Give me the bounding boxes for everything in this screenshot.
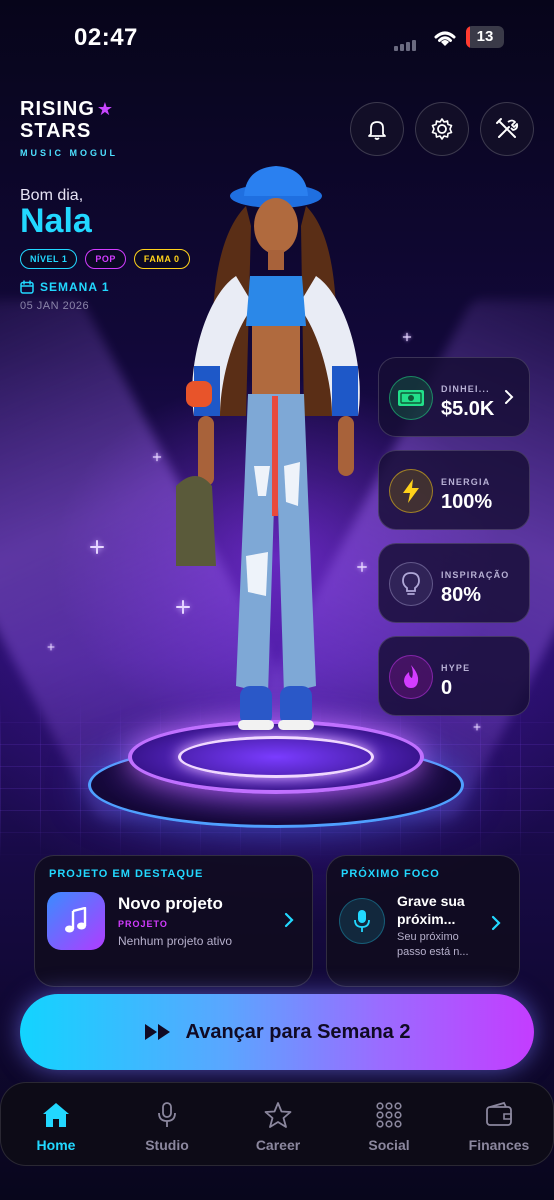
- grid-dots-icon: [376, 1102, 402, 1128]
- bell-icon: [368, 121, 386, 140]
- featured-project-card[interactable]: PROJETO EM DESTAQUE Novo projeto PROJETO…: [34, 855, 313, 987]
- stat-value: $5.0K: [441, 398, 495, 420]
- inspiration-stat-card: INSPIRAÇÃO 80%: [378, 543, 530, 623]
- stat-value: 100%: [441, 491, 493, 513]
- project-description: Nenhum projeto ativo: [118, 934, 233, 948]
- level-badge: NÍVEL 1: [20, 249, 78, 269]
- microphone-icon: [158, 1102, 176, 1127]
- fast-forward-icon: [144, 1024, 170, 1040]
- focus-title: Grave sua próxim...: [397, 892, 465, 928]
- microphone-icon: [339, 898, 385, 944]
- fame-badge: FAMA 0: [133, 249, 190, 269]
- music-note-icon: [47, 892, 105, 950]
- sparkle-icon: [48, 644, 55, 651]
- focus-description: Seu próximo passo está n...: [397, 930, 469, 960]
- tab-studio[interactable]: Studio: [122, 1101, 212, 1153]
- home-icon: [43, 1103, 69, 1127]
- cash-icon: [389, 376, 433, 420]
- money-stat-card[interactable]: DINHEI... $5.0K: [378, 357, 530, 437]
- focus-description-line-1: Seu próximo: [397, 931, 459, 943]
- tab-label: Finances: [468, 1137, 530, 1153]
- status-bar: 02:47 13: [0, 0, 554, 74]
- tab-finances[interactable]: Finances: [454, 1101, 544, 1153]
- card-title: PRÓXIMO FOCO: [341, 868, 440, 880]
- stat-label: HYPE: [441, 663, 471, 673]
- gear-icon: [431, 118, 453, 140]
- character-avatar[interactable]: [176, 166, 376, 766]
- sparkle-icon: [90, 540, 104, 554]
- chevron-right-icon: [284, 912, 294, 928]
- settings-button[interactable]: [415, 102, 469, 156]
- focus-description-line-2: passo está n...: [397, 946, 469, 958]
- week-indicator: SEMANA 1: [20, 280, 110, 294]
- current-date: 05 JAN 2026: [20, 300, 90, 312]
- focus-title-line-1: Grave sua: [397, 893, 465, 909]
- tools-icon: [496, 118, 519, 138]
- status-time: 02:47: [74, 24, 138, 51]
- app-logo: RISING ★ STARS MUSIC MOGUL: [20, 98, 118, 158]
- lightbulb-icon: [389, 562, 433, 606]
- star-icon: [264, 1102, 292, 1128]
- player-badges: NÍVEL 1 POP FAMA 0: [20, 249, 190, 269]
- stat-label: DINHEI...: [441, 384, 490, 394]
- focus-title-line-2: próxim...: [397, 911, 456, 927]
- stat-value: 80%: [441, 584, 482, 606]
- project-name: Novo projeto: [118, 894, 223, 913]
- sparkle-icon: [474, 724, 481, 731]
- stat-label: ENERGIA: [441, 477, 491, 487]
- next-focus-card[interactable]: PRÓXIMO FOCO Grave sua próxim... Seu pró…: [326, 855, 520, 987]
- battery-indicator: 13: [466, 26, 504, 48]
- tab-home[interactable]: Home: [11, 1101, 101, 1153]
- tab-label: Social: [368, 1137, 410, 1153]
- tab-label: Career: [255, 1137, 301, 1153]
- project-tag: PROJETO: [118, 919, 168, 929]
- logo-subtitle: MUSIC MOGUL: [20, 148, 118, 158]
- wifi-icon: [434, 31, 456, 46]
- battery-level: 13: [476, 28, 494, 45]
- logo-star-icon: ★: [96, 99, 115, 119]
- stat-label: INSPIRAÇÃO: [441, 570, 510, 580]
- card-title: PROJETO EM DESTAQUE: [49, 868, 204, 880]
- chevron-right-icon: [505, 390, 514, 404]
- notifications-button[interactable]: [350, 102, 404, 156]
- hype-stat-card: HYPE 0: [378, 636, 530, 716]
- bottom-tab-bar: Home Studio Career Social Finances: [0, 1082, 554, 1166]
- tab-career[interactable]: Career: [233, 1101, 323, 1153]
- logo-line-2: STARS: [20, 120, 92, 142]
- tab-label: Studio: [145, 1137, 189, 1153]
- calendar-icon: [20, 280, 34, 294]
- week-label: SEMANA 1: [40, 280, 110, 294]
- tools-button[interactable]: [480, 102, 534, 156]
- stat-value: 0: [441, 677, 453, 699]
- genre-badge: POP: [85, 249, 126, 269]
- logo-line-1: RISING: [20, 98, 95, 120]
- chevron-right-icon: [491, 915, 501, 931]
- bolt-icon: [389, 469, 433, 513]
- energy-stat-card: ENERGIA 100%: [378, 450, 530, 530]
- sparkle-icon: [403, 333, 411, 341]
- advance-week-label: Avançar para Semana 2: [185, 1020, 411, 1043]
- player-name: Nala: [20, 202, 92, 240]
- flame-icon: [389, 655, 433, 699]
- cellular-signal-icon: [394, 40, 416, 51]
- sparkle-icon: [153, 453, 161, 461]
- wallet-icon: [486, 1101, 512, 1126]
- advance-week-button[interactable]: Avançar para Semana 2: [20, 994, 534, 1070]
- tab-label: Home: [36, 1137, 76, 1153]
- tab-social[interactable]: Social: [344, 1101, 434, 1153]
